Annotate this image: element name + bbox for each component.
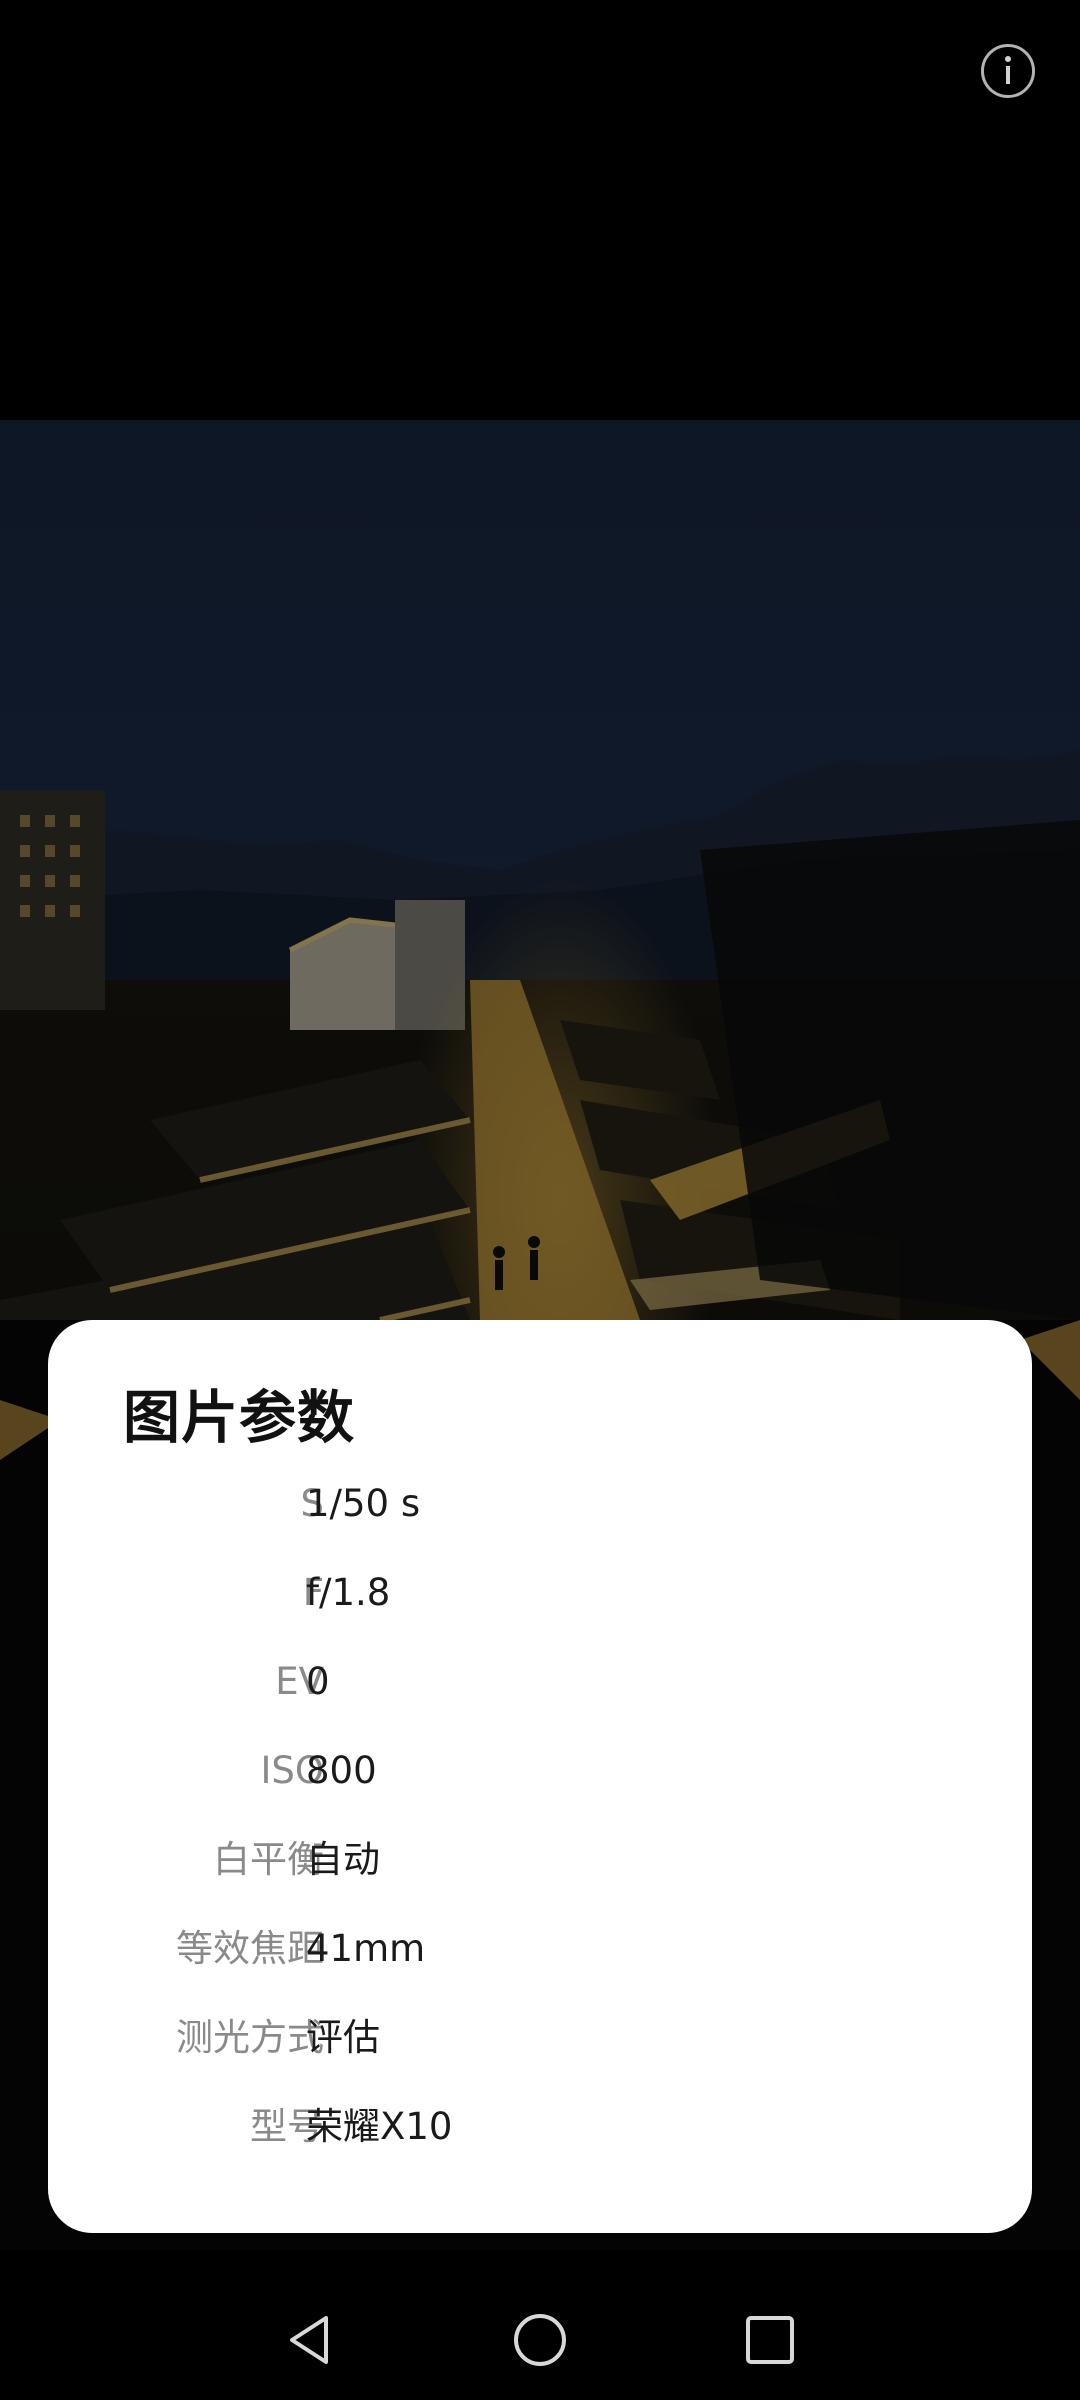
param-row-aperture: F f/1.8 xyxy=(48,1569,1032,1658)
param-row-metering: 测光方式 评估 xyxy=(48,2014,1032,2103)
param-value: 800 xyxy=(306,1749,377,1792)
nav-back-button[interactable] xyxy=(278,2308,342,2372)
param-value: 评估 xyxy=(306,2016,380,2059)
param-value: 荣耀X10 xyxy=(306,2105,453,2148)
photo-viewer-screen: 图片参数 S 1/50 s F f/1.8 EV 0 ISO 800 白平衡 自… xyxy=(0,0,1080,2400)
nav-home-button[interactable] xyxy=(508,2308,572,2372)
nav-recents-button[interactable] xyxy=(738,2308,802,2372)
back-triangle-icon xyxy=(290,2316,328,2364)
param-row-white-balance: 白平衡 自动 xyxy=(48,1836,1032,1925)
recents-square-icon xyxy=(746,2316,794,2364)
info-button[interactable] xyxy=(981,44,1035,98)
param-row-model: 型号 荣耀X10 xyxy=(48,2103,1032,2192)
param-value: 41mm xyxy=(306,1927,426,1970)
param-label: 等效焦距 xyxy=(176,1927,324,1970)
param-row-shutter: S 1/50 s xyxy=(48,1480,1032,1569)
param-row-ev: EV 0 xyxy=(48,1658,1032,1747)
param-row-focal-length: 等效焦距 41mm xyxy=(48,1925,1032,2014)
param-value: f/1.8 xyxy=(306,1571,391,1614)
params-list: S 1/50 s F f/1.8 EV 0 ISO 800 白平衡 自动 等效焦… xyxy=(48,1480,1032,2192)
param-value: 1/50 s xyxy=(306,1482,421,1525)
info-icon xyxy=(1005,56,1011,84)
image-params-dialog: 图片参数 S 1/50 s F f/1.8 EV 0 ISO 800 白平衡 自… xyxy=(48,1320,1032,2233)
dialog-title: 图片参数 xyxy=(123,1385,355,1451)
param-value: 0 xyxy=(306,1660,330,1703)
param-row-iso: ISO 800 xyxy=(48,1747,1032,1836)
home-circle-icon xyxy=(514,2314,566,2366)
param-label: 测光方式 xyxy=(176,2016,324,2059)
param-value: 自动 xyxy=(306,1838,380,1881)
